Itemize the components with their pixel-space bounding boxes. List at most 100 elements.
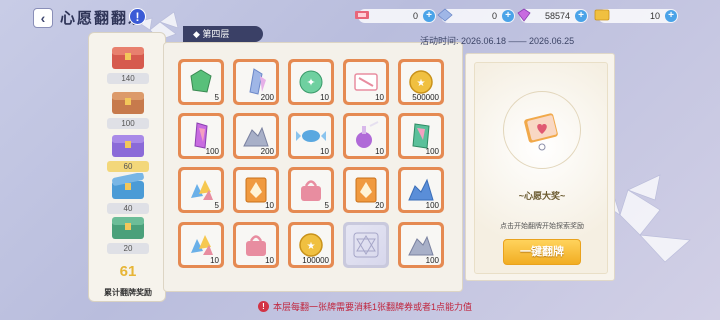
reward-chest-40[interactable]: 40 — [97, 173, 159, 217]
chest-threshold: 20 — [107, 243, 149, 254]
reward-card[interactable]: 20 — [343, 167, 389, 213]
reward-card[interactable]: 100 — [398, 222, 444, 268]
svg-text:✦: ✦ — [306, 77, 315, 89]
reward-card[interactable]: 5 — [288, 167, 334, 213]
card-face: 5 — [291, 170, 331, 210]
card-quantity: 100 — [425, 201, 439, 210]
chest-threshold: 100 — [107, 118, 149, 129]
card-face: 200 — [236, 116, 276, 156]
card-quantity: 10 — [320, 147, 329, 156]
warning-icon: ! — [258, 301, 269, 312]
heart-card-icon — [524, 113, 558, 151]
card-face: ✦ 10 — [291, 62, 331, 102]
currency-value: 0 — [412, 11, 418, 21]
card-quantity: 100000 — [302, 256, 329, 265]
card-face: 100 — [401, 225, 441, 265]
reward-chest-20[interactable]: 20 — [97, 213, 159, 257]
chest-threshold: 60 — [107, 161, 149, 172]
card-face: 10 — [181, 225, 221, 265]
floor-tag: ◆ 第四层 — [183, 26, 263, 42]
reward-card[interactable]: 10 — [288, 113, 334, 159]
back-arrow-icon: ‹ — [40, 10, 46, 26]
gem-icon — [514, 6, 534, 24]
cost-note-text: 本层每翻一张牌需要消耗1张翻牌券或者1点能力值 — [273, 302, 473, 312]
reward-card[interactable]: ★ 100000 — [288, 222, 334, 268]
reward-card[interactable]: ★ 500000 — [398, 59, 444, 105]
card-face: 200 — [236, 62, 276, 102]
card-face: 5 — [181, 62, 221, 102]
card-quantity: 10 — [265, 256, 274, 265]
currency-card: 10 + — [594, 9, 678, 23]
red-chest-icon — [112, 47, 144, 69]
reward-card[interactable]: 10 — [233, 167, 279, 213]
reward-card[interactable]: 100 — [398, 113, 444, 159]
currency-ticket: 0 + — [355, 9, 436, 23]
cost-note: ! 本层每翻一张牌需要消耗1张翻牌券或者1点能力值 — [258, 300, 472, 313]
card-face: 100 — [401, 170, 441, 210]
card-quantity: 100 — [205, 147, 219, 156]
grand-prize-frame: ~心愿大奖~ 点击开始翻牌开始探索奖励 一键翻牌 — [474, 62, 608, 274]
card-face: 20 — [346, 170, 386, 210]
add-card-button[interactable]: + — [665, 10, 677, 22]
reward-card[interactable]: 200 — [233, 59, 279, 105]
card-quantity: 10 — [320, 93, 329, 102]
card-quantity: 5 — [324, 201, 329, 210]
green-chest-icon — [112, 217, 144, 239]
info-icon: ! — [135, 9, 140, 24]
reward-card[interactable]: 5 — [178, 167, 224, 213]
reward-card[interactable]: 200 — [233, 113, 279, 159]
card-face: 10 — [236, 170, 276, 210]
card-face: 5 — [181, 170, 221, 210]
currency-value: 10 — [649, 11, 660, 21]
flip-hint: 点击开始翻牌开始探索奖励 — [500, 223, 584, 230]
grand-prize-name: ~心愿大奖~ — [518, 191, 566, 201]
add-gem-button[interactable]: + — [575, 10, 587, 22]
total-flip-label: 累计翻牌奖励 — [104, 288, 152, 297]
svg-text:★: ★ — [307, 241, 316, 252]
card-quantity: 100 — [425, 147, 439, 156]
grand-prize-panel: ~心愿大奖~ 点击开始翻牌开始探索奖励 一键翻牌 — [465, 53, 615, 281]
card-quantity: 10 — [375, 147, 384, 156]
info-button[interactable]: ! — [129, 8, 146, 25]
card-face: 100 — [181, 116, 221, 156]
cumulative-rewards-panel: 140 100 60 40 20 61 累计翻牌奖励 — [88, 32, 166, 302]
pink-bag-icon — [301, 180, 321, 201]
one-click-flip-button[interactable]: 一键翻牌 — [503, 239, 581, 265]
reward-card[interactable]: ✦ 10 — [288, 59, 334, 105]
card-quantity: 20 — [375, 201, 384, 210]
brown-chest-icon — [112, 92, 144, 114]
reward-card[interactable]: 100 — [398, 167, 444, 213]
reward-card[interactable]: 10 — [343, 113, 389, 159]
svg-text:★: ★ — [417, 78, 426, 89]
back-button[interactable]: ‹ — [33, 8, 53, 28]
card-quantity: 500000 — [412, 93, 439, 102]
grand-prize-display — [503, 91, 581, 169]
card-quantity: 10 — [210, 256, 219, 265]
reward-card[interactable]: 5 — [178, 59, 224, 105]
reward-card[interactable]: 10 — [178, 222, 224, 268]
currency-gem: 58574 + — [517, 8, 588, 23]
card-face: 10 — [346, 116, 386, 156]
currency-crystal: 0 + — [437, 8, 515, 23]
reward-chest-60[interactable]: 60 — [97, 131, 159, 175]
card-quantity: 100 — [425, 256, 439, 265]
reward-card[interactable]: 100 — [178, 113, 224, 159]
total-flip-count: 61 — [119, 263, 137, 280]
add-crystal-button[interactable]: + — [502, 10, 514, 22]
reward-card[interactable]: 10 — [343, 59, 389, 105]
reward-card[interactable]: 10 — [233, 222, 279, 268]
face-down-card[interactable] — [343, 222, 389, 268]
event-date-range: 活动时间: 2026.06.18 —— 2026.06.25 — [420, 36, 575, 46]
add-ticket-button[interactable]: + — [423, 10, 435, 22]
reward-chest-140[interactable]: 140 — [97, 43, 159, 87]
card-face: ★ 500000 — [401, 62, 441, 102]
card-face: 10 — [236, 225, 276, 265]
crystal-icon — [435, 6, 455, 24]
card-face: 10 — [346, 62, 386, 102]
card-face: 100 — [401, 116, 441, 156]
card-quantity: 10 — [375, 93, 384, 102]
reward-chest-100[interactable]: 100 — [97, 88, 159, 132]
blue-chest-icon — [112, 173, 144, 199]
card-face: ★ 100000 — [291, 225, 331, 265]
game-screen: ‹ 心愿翻翻乐 ! 0 + 0 + 58574 + 10 + 140 100 6… — [0, 0, 720, 320]
